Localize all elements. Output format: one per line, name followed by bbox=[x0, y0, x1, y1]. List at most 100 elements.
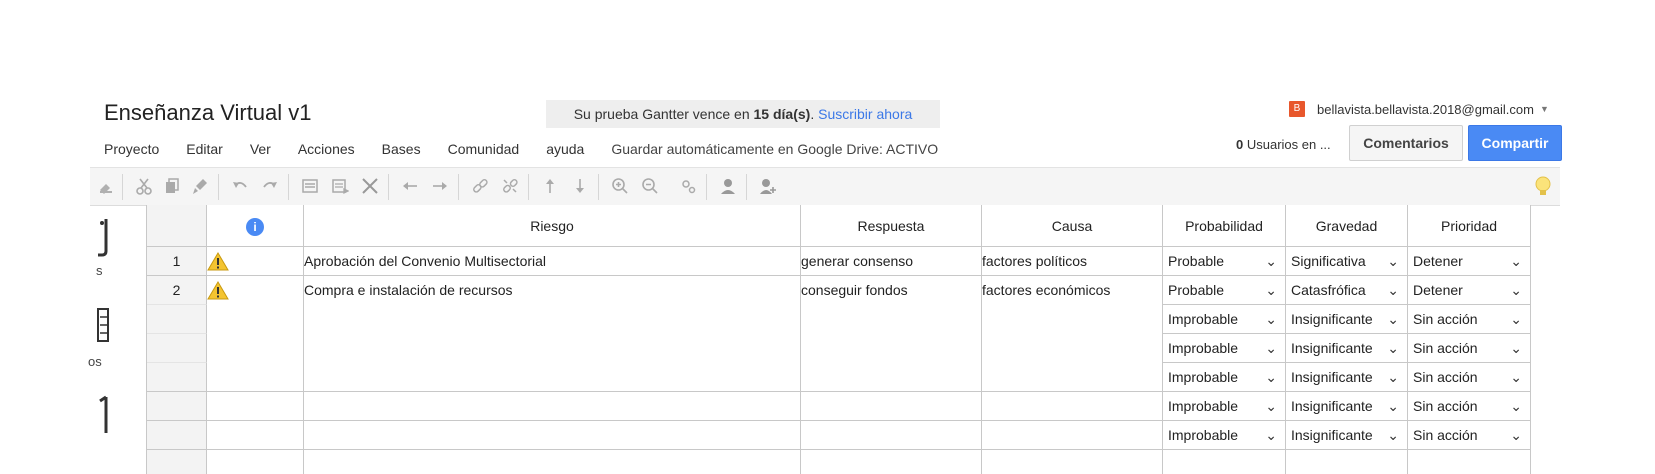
outdent-icon[interactable] bbox=[400, 176, 420, 196]
comments-button[interactable]: Comentarios bbox=[1349, 125, 1463, 161]
probabilidad-select[interactable]: Probable ⌄ bbox=[1163, 247, 1286, 276]
account-menu[interactable]: B bellavista.bellavista.2018@gmail.com ▼ bbox=[1289, 100, 1549, 118]
zoom-out-icon[interactable] bbox=[640, 176, 660, 196]
link-icon[interactable] bbox=[470, 176, 490, 196]
prioridad-cell[interactable] bbox=[1408, 450, 1531, 474]
gravedad-select[interactable]: Significativa ⌄ bbox=[1286, 247, 1408, 276]
insert-row-icon[interactable] bbox=[300, 176, 320, 196]
table-cell[interactable] bbox=[207, 450, 304, 474]
header-causa[interactable]: Causa bbox=[982, 205, 1163, 247]
toolbar-separator bbox=[388, 174, 389, 200]
probabilidad-select[interactable]: Improbable ⌄ bbox=[1163, 363, 1286, 392]
header-probabilidad[interactable]: Probabilidad bbox=[1163, 205, 1286, 247]
cell-respuesta[interactable] bbox=[801, 450, 982, 474]
cell-respuesta[interactable] bbox=[801, 421, 982, 450]
chevron-down-icon: ⌄ bbox=[1265, 398, 1277, 414]
gravedad-select[interactable]: Insignificante ⌄ bbox=[1286, 392, 1408, 421]
menu-ayuda[interactable]: ayuda bbox=[546, 141, 584, 163]
prioridad-select[interactable]: Detener ⌄ bbox=[1408, 276, 1531, 305]
prioridad-select[interactable]: Detener ⌄ bbox=[1408, 247, 1531, 276]
move-down-icon[interactable] bbox=[570, 176, 590, 196]
probabilidad-select[interactable]: Improbable ⌄ bbox=[1163, 421, 1286, 450]
probabilidad-select[interactable]: Probable ⌄ bbox=[1163, 276, 1286, 305]
row-number[interactable]: 2 bbox=[147, 276, 207, 305]
select-value: Sin acción bbox=[1413, 369, 1478, 385]
cell-riesgo[interactable]: Aprobación del Convenio Multisectorial bbox=[304, 247, 801, 276]
panel-icon[interactable] bbox=[96, 305, 112, 350]
table-cell[interactable] bbox=[207, 392, 304, 421]
header-prioridad[interactable]: Prioridad bbox=[1408, 205, 1531, 247]
users-indicator[interactable]: 0 Usuarios en ... bbox=[1236, 137, 1331, 152]
menu-editar[interactable]: Editar bbox=[186, 141, 223, 163]
unlink-icon[interactable] bbox=[500, 176, 520, 196]
user-add-icon[interactable] bbox=[758, 176, 778, 196]
delete-icon[interactable] bbox=[360, 176, 380, 196]
menu-bases[interactable]: Bases bbox=[382, 141, 421, 163]
insert-task-icon[interactable] bbox=[330, 176, 350, 196]
menu-proyecto[interactable]: Proyecto bbox=[104, 141, 159, 163]
gravedad-cell[interactable] bbox=[1286, 450, 1408, 474]
gravedad-select[interactable]: Insignificante ⌄ bbox=[1286, 334, 1408, 363]
format-brush-icon[interactable] bbox=[190, 176, 210, 196]
table-cell[interactable] bbox=[207, 421, 304, 450]
row-number-empty[interactable] bbox=[147, 421, 207, 450]
gravedad-select[interactable]: Catasfrófica ⌄ bbox=[1286, 276, 1408, 305]
menu-acciones[interactable]: Acciones bbox=[298, 141, 355, 163]
cell-respuesta[interactable]: generar consenso bbox=[801, 247, 982, 276]
gravedad-select[interactable]: Insignificante ⌄ bbox=[1286, 421, 1408, 450]
row-number-empty[interactable] bbox=[147, 305, 207, 334]
cell-respuesta[interactable] bbox=[801, 392, 982, 421]
toolbar-separator bbox=[218, 174, 219, 200]
probabilidad-select[interactable]: Improbable ⌄ bbox=[1163, 392, 1286, 421]
row-number-empty[interactable] bbox=[147, 363, 207, 392]
prioridad-select[interactable]: Sin acción ⌄ bbox=[1408, 421, 1531, 450]
gravedad-select[interactable]: Insignificante ⌄ bbox=[1286, 305, 1408, 334]
cell-riesgo[interactable] bbox=[304, 450, 801, 474]
panel-icon[interactable] bbox=[96, 217, 112, 262]
cell-causa[interactable] bbox=[982, 421, 1163, 450]
copy-icon[interactable] bbox=[162, 176, 182, 196]
paint-icon[interactable] bbox=[96, 176, 116, 196]
prioridad-select[interactable]: Sin acción ⌄ bbox=[1408, 363, 1531, 392]
settings-icon[interactable] bbox=[678, 176, 698, 196]
prioridad-select[interactable]: Sin acción ⌄ bbox=[1408, 334, 1531, 363]
subscribe-link[interactable]: Suscribir ahora bbox=[818, 106, 912, 122]
cell-causa[interactable] bbox=[982, 392, 1163, 421]
cell-causa[interactable]: factores económicos bbox=[982, 276, 1163, 392]
zoom-in-icon[interactable] bbox=[610, 176, 630, 196]
probabilidad-select[interactable]: Improbable ⌄ bbox=[1163, 334, 1286, 363]
cell-riesgo[interactable]: Compra e instalación de recursos bbox=[304, 276, 801, 392]
cut-icon[interactable] bbox=[134, 176, 154, 196]
user-icon[interactable] bbox=[718, 176, 738, 196]
chevron-down-icon: ⌄ bbox=[1510, 340, 1522, 356]
cell-riesgo[interactable] bbox=[304, 421, 801, 450]
prioridad-select[interactable]: Sin acción ⌄ bbox=[1408, 392, 1531, 421]
prioridad-select[interactable]: Sin acción ⌄ bbox=[1408, 305, 1531, 334]
move-up-icon[interactable] bbox=[540, 176, 560, 196]
gravedad-select[interactable]: Insignificante ⌄ bbox=[1286, 363, 1408, 392]
header-respuesta[interactable]: Respuesta bbox=[801, 205, 982, 247]
header-riesgo[interactable]: Riesgo bbox=[304, 205, 801, 247]
undo-icon[interactable] bbox=[230, 176, 250, 196]
share-button[interactable]: Compartir bbox=[1468, 125, 1562, 161]
select-value: Improbable bbox=[1168, 340, 1239, 356]
redo-icon[interactable] bbox=[260, 176, 280, 196]
info-icon[interactable]: i bbox=[246, 218, 264, 237]
row-number-empty[interactable] bbox=[147, 392, 207, 421]
indent-icon[interactable] bbox=[430, 176, 450, 196]
header-gravedad[interactable]: Gravedad bbox=[1286, 205, 1408, 247]
cell-causa[interactable] bbox=[982, 450, 1163, 474]
probabilidad-cell[interactable] bbox=[1163, 450, 1286, 474]
cell-riesgo[interactable] bbox=[304, 392, 801, 421]
lightbulb-icon[interactable] bbox=[1534, 175, 1552, 204]
panel-icon[interactable] bbox=[96, 395, 112, 440]
document-title[interactable]: Enseñanza Virtual v1 bbox=[104, 100, 312, 126]
row-number-empty[interactable] bbox=[147, 450, 207, 474]
menu-comunidad[interactable]: Comunidad bbox=[448, 141, 520, 163]
menu-ver[interactable]: Ver bbox=[250, 141, 271, 163]
cell-causa[interactable]: factores políticos bbox=[982, 247, 1163, 276]
cell-respuesta[interactable]: conseguir fondos bbox=[801, 276, 982, 392]
row-number[interactable]: 1 bbox=[147, 247, 207, 276]
row-number-empty[interactable] bbox=[147, 334, 207, 363]
probabilidad-select[interactable]: Improbable ⌄ bbox=[1163, 305, 1286, 334]
